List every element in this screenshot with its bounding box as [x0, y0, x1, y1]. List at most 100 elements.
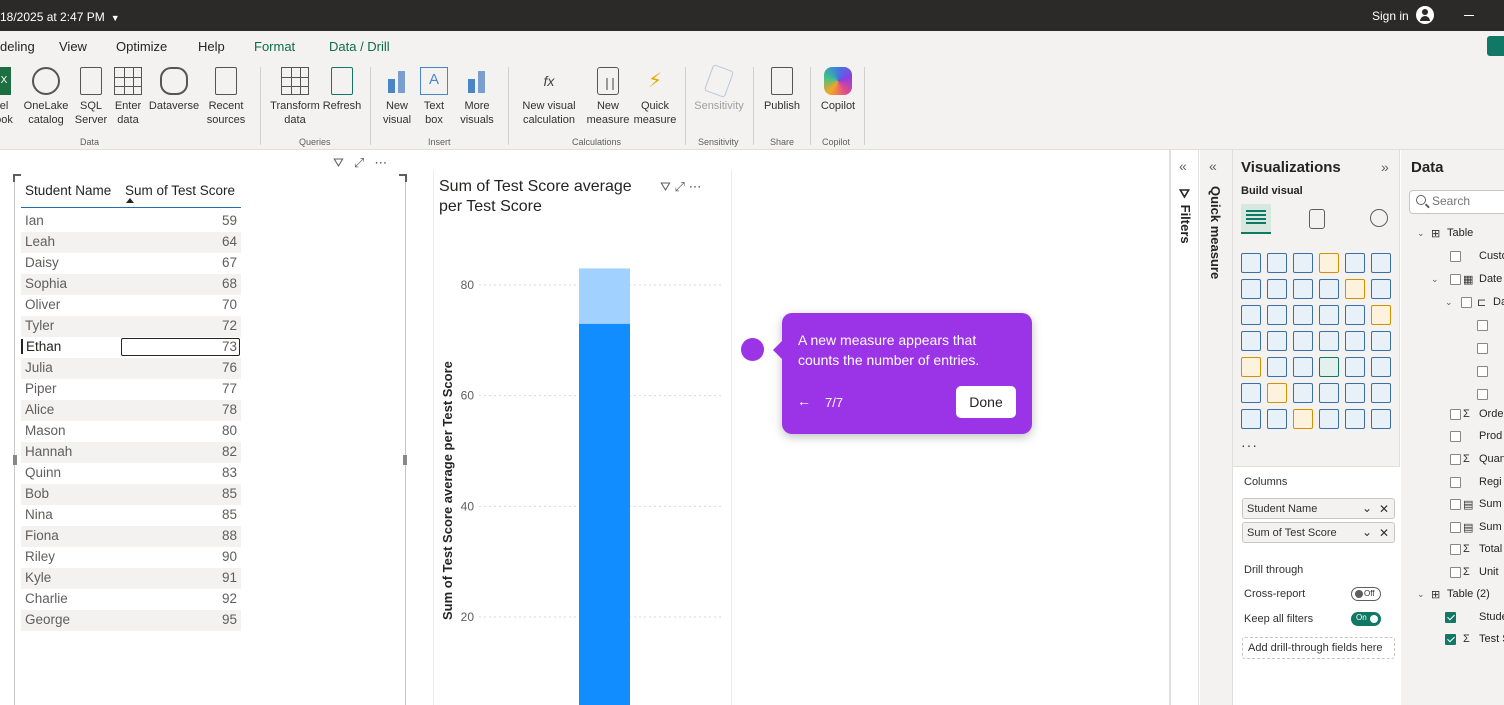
student-name-cell[interactable]: Ethan [21, 339, 61, 354]
table-row[interactable]: Julia 76 [21, 358, 241, 379]
quick-measure-button[interactable]: ⚡ Quick measure [632, 67, 678, 127]
tab-modeling[interactable]: deling [0, 39, 35, 54]
stacked-area-icon[interactable] [1293, 279, 1313, 299]
table-row[interactable]: Sophia 68 [21, 274, 241, 295]
test-score-cell[interactable]: 59 [222, 213, 237, 228]
tree-field[interactable] [1401, 364, 1504, 384]
student-name-cell[interactable]: Alice [25, 402, 54, 417]
tab-data-drill[interactable]: Data / Drill [329, 39, 390, 54]
student-name-cell[interactable]: Piper [25, 381, 57, 396]
test-score-cell[interactable]: 64 [222, 234, 237, 249]
card-icon[interactable] [1371, 331, 1391, 351]
new-measure-button[interactable]: New measure [586, 67, 630, 127]
student-name-cell[interactable]: Quinn [25, 465, 61, 480]
chart-icon[interactable] [1487, 36, 1504, 56]
python-visual-icon[interactable] [1241, 383, 1261, 403]
test-score-cell[interactable]: 82 [222, 444, 237, 459]
tree-field[interactable]: Custo [1401, 249, 1504, 269]
cross-report-toggle[interactable]: Off [1351, 587, 1381, 601]
table-row[interactable]: Ian 59 [21, 211, 241, 232]
column-header-sum-test-score[interactable]: Sum of Test Score [125, 183, 235, 198]
table-row[interactable]: Ethan 73 [21, 337, 241, 358]
donut-chart-icon[interactable] [1371, 305, 1391, 325]
student-name-cell[interactable]: George [25, 612, 70, 627]
text-box-button[interactable]: A Text box [418, 67, 450, 127]
field-checkbox[interactable] [1477, 389, 1488, 400]
tree-field[interactable]: ▤ Sum [1401, 520, 1504, 540]
student-name-cell[interactable]: Mason [25, 423, 66, 438]
field-checkbox[interactable] [1450, 477, 1461, 488]
chevron-down-icon[interactable]: ⌄ [1362, 525, 1372, 539]
new-visual-button[interactable]: New visual [380, 67, 414, 127]
test-score-cell[interactable]: 72 [222, 318, 237, 333]
filters-pane-collapsed[interactable]: « ⛛ Filters [1169, 150, 1199, 705]
test-score-cell[interactable]: 68 [222, 276, 237, 291]
tree-field[interactable]: Prod [1401, 429, 1504, 449]
tree-field[interactable]: Σ Unit [1401, 565, 1504, 585]
field-checkbox[interactable] [1477, 320, 1488, 331]
test-score-cell[interactable]: 90 [222, 549, 237, 564]
resize-handle[interactable] [403, 455, 407, 465]
field-checkbox[interactable] [1461, 297, 1472, 308]
new-visual-calculation-button[interactable]: fx New visual calculation [516, 67, 582, 127]
stacked-column-chart-icon[interactable] [1267, 253, 1287, 273]
student-name-cell[interactable]: Daisy [25, 255, 59, 270]
tree-field[interactable] [1401, 387, 1504, 407]
ribbon-chart-icon[interactable] [1319, 279, 1339, 299]
analytics-tab[interactable] [1365, 204, 1395, 234]
diamond-visual-icon[interactable] [1345, 409, 1365, 429]
table-row[interactable]: Oliver 70 [21, 295, 241, 316]
format-visual-tab[interactable] [1303, 204, 1333, 234]
focus-mode-icon[interactable]: ⤢ [675, 179, 685, 194]
line-column-chart-icon[interactable] [1345, 279, 1365, 299]
test-score-cell[interactable]: 83 [222, 465, 237, 480]
copilot-button[interactable]: Copilot [816, 67, 860, 113]
student-name-cell[interactable]: Nina [25, 507, 53, 522]
field-checkbox[interactable] [1450, 431, 1461, 442]
sign-in-link[interactable]: Sign in [1372, 9, 1409, 23]
100-stacked-column-icon[interactable] [1371, 253, 1391, 273]
user-icon[interactable] [1416, 6, 1434, 24]
table-row[interactable]: Tyler 72 [21, 316, 241, 337]
drill-through-drop-zone[interactable]: Add drill-through fields here [1242, 637, 1395, 659]
table-row[interactable]: George 95 [21, 610, 241, 631]
narrative-icon[interactable] [1345, 383, 1365, 403]
chevron-down-icon[interactable]: ⌄ [1417, 228, 1425, 239]
resize-corner[interactable] [399, 174, 407, 182]
power-apps-icon[interactable] [1267, 409, 1287, 429]
transform-data-button[interactable]: Transform data [268, 67, 322, 127]
test-score-cell[interactable]: 76 [222, 360, 237, 375]
focus-mode-icon[interactable]: ⤢ [354, 155, 364, 170]
more-options-icon[interactable]: ⋯ [689, 179, 702, 194]
sql-server-button[interactable]: SQL Server [74, 67, 108, 127]
funnel-chart-icon[interactable] [1293, 305, 1313, 325]
build-visual-tab[interactable] [1241, 204, 1271, 234]
enter-data-button[interactable]: Enter data [112, 67, 144, 127]
tree-field[interactable] [1401, 341, 1504, 361]
table-row[interactable]: Piper 77 [21, 379, 241, 400]
more-options-icon[interactable]: ⋯ [374, 155, 387, 170]
student-name-cell[interactable]: Kyle [25, 570, 51, 585]
tree-field[interactable]: ▤ Sum [1401, 497, 1504, 517]
column-chart-icon[interactable] [1267, 305, 1287, 325]
resize-corner[interactable] [13, 174, 21, 182]
tree-table[interactable]: ⌄ ⊞ Table [1401, 226, 1504, 246]
tab-help[interactable]: Help [198, 39, 225, 54]
field-checkbox[interactable] [1450, 499, 1461, 510]
resize-handle[interactable] [13, 455, 17, 465]
saved-status[interactable]: 18/2025 at 2:47 PM ▼ [0, 10, 120, 24]
test-score-cell[interactable]: 92 [222, 591, 237, 606]
chevron-visual-icon[interactable] [1371, 409, 1391, 429]
tab-format[interactable]: Format [254, 39, 295, 54]
multi-row-card-icon[interactable] [1241, 357, 1261, 377]
paginated-report-icon[interactable] [1241, 409, 1261, 429]
minimize-icon[interactable] [1464, 15, 1474, 16]
quick-measure-label[interactable]: Quick measure [1208, 186, 1223, 279]
tree-field[interactable] [1401, 318, 1504, 338]
table-row[interactable]: Fiona 88 [21, 526, 241, 547]
search-input[interactable] [1432, 194, 1504, 208]
slicer-icon[interactable] [1293, 357, 1313, 377]
field-checkbox[interactable] [1450, 567, 1461, 578]
field-checkbox[interactable] [1450, 454, 1461, 465]
chevron-down-icon[interactable]: ⌄ [1362, 501, 1372, 515]
